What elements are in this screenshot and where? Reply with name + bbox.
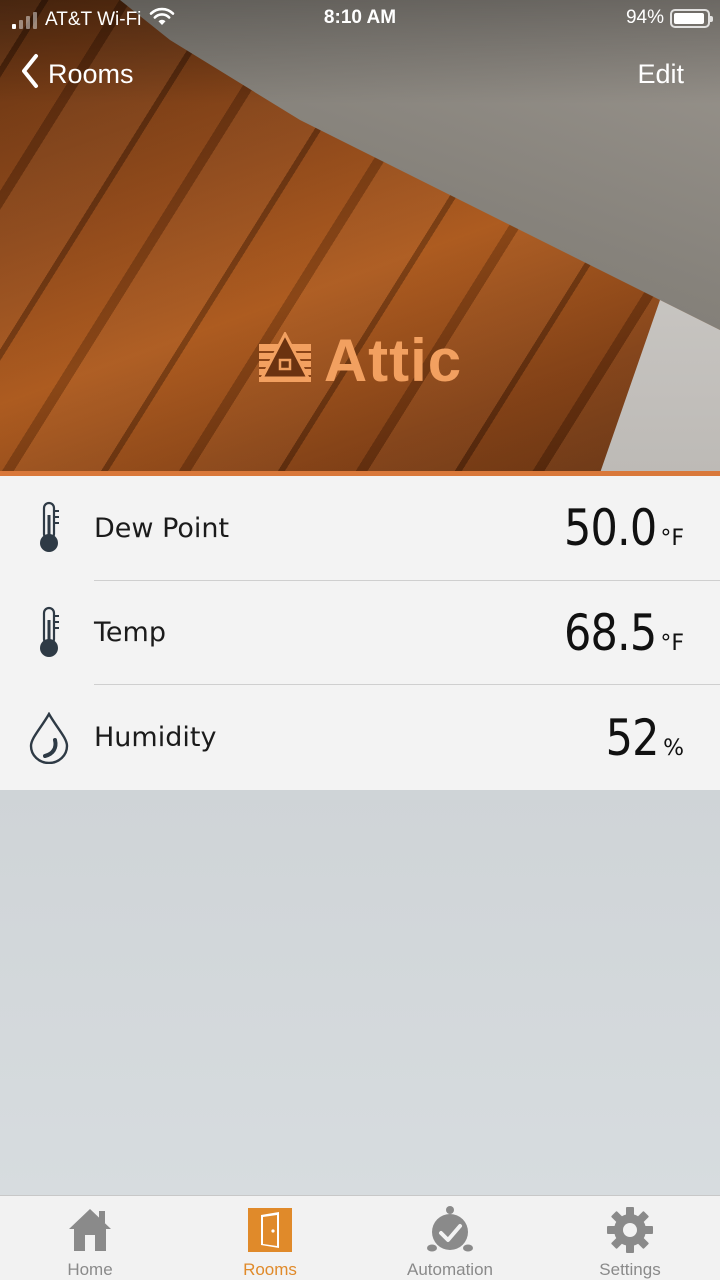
water-drop-icon xyxy=(28,710,70,766)
door-icon xyxy=(244,1204,296,1256)
status-time: 8:10 AM xyxy=(323,7,397,28)
sensor-value-unit: % xyxy=(663,735,684,761)
gear-icon xyxy=(604,1204,656,1256)
tab-label: Automation xyxy=(407,1260,493,1279)
sensor-list: Dew Point 50.0 °F Temp 68.5 °F Humidity … xyxy=(0,476,720,790)
thermometer-icon xyxy=(28,500,70,556)
tab-label: Home xyxy=(67,1260,113,1279)
tab-rooms[interactable]: Rooms xyxy=(180,1196,360,1280)
sensor-value: 52 % xyxy=(597,709,684,767)
sensor-value-number: 68.5 xyxy=(564,603,657,662)
tab-label: Rooms xyxy=(243,1260,297,1279)
chevron-left-icon xyxy=(20,53,40,96)
tab-settings[interactable]: Settings xyxy=(540,1196,720,1280)
battery-icon xyxy=(670,8,713,28)
sensor-value-number: 50.0 xyxy=(564,499,657,558)
automation-icon xyxy=(424,1204,476,1256)
sensor-label: Dew Point xyxy=(94,512,230,544)
tab-automation[interactable]: Automation xyxy=(360,1196,540,1280)
sensor-row-humidity[interactable]: Humidity 52 % xyxy=(0,685,720,790)
back-button-label: Rooms xyxy=(48,58,134,89)
tab-label: Settings xyxy=(599,1260,661,1279)
status-bar: AT&T Wi-Fi 8:10 AM 94% xyxy=(0,0,720,36)
sensor-value-unit: °F xyxy=(660,630,684,656)
sensor-value: 68.5 °F xyxy=(549,604,684,662)
sensor-row-dew-point[interactable]: Dew Point 50.0 °F xyxy=(0,476,720,581)
sensor-row-temp[interactable]: Temp 68.5 °F xyxy=(0,581,720,686)
room-title: Attic xyxy=(0,320,720,400)
edit-button[interactable]: Edit xyxy=(637,52,684,96)
thermometer-icon xyxy=(28,605,70,661)
sensor-value-number: 52 xyxy=(606,708,660,767)
tab-bar: Home Rooms Automation Settings xyxy=(0,1195,720,1280)
attic-icon xyxy=(258,330,312,388)
tab-home[interactable]: Home xyxy=(0,1196,180,1280)
sensor-label: Humidity xyxy=(94,722,217,754)
sensor-value: 50.0 °F xyxy=(549,499,684,557)
battery-percent: 94% xyxy=(625,7,664,28)
sensor-label: Temp xyxy=(94,617,166,649)
home-icon xyxy=(64,1204,116,1256)
back-button[interactable]: Rooms xyxy=(20,52,134,96)
empty-content-area xyxy=(0,790,720,1195)
room-name: Attic xyxy=(323,326,463,394)
sensor-value-unit: °F xyxy=(660,526,684,552)
